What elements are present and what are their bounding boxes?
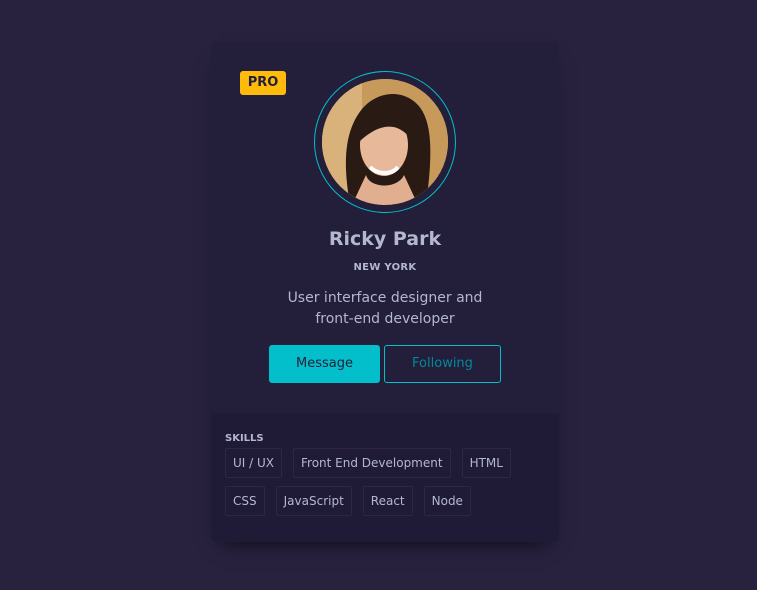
profile-bio: User interface designer and front-end de… [265,288,505,330]
avatar [322,79,448,205]
skill-tag: JavaScript [275,486,352,516]
skill-tag: Node [423,486,471,516]
skill-tag: UI / UX [225,448,282,478]
skill-tag: CSS [225,486,265,516]
skills-list: UI / UX Front End Development HTML CSS J… [225,448,535,524]
skills-title: SKILLS [225,433,264,444]
bio-line: front-end developer [315,311,455,327]
pro-badge: PRO [240,71,286,95]
avatar-photo-icon [322,79,448,205]
profile-card: PRO Ricky Park NEW YORK User interface d… [211,42,559,542]
message-button[interactable]: Message [269,345,380,383]
profile-location: NEW YORK [353,262,417,273]
skill-tag: HTML [461,448,511,478]
skill-tag: Front End Development [293,448,451,478]
skill-tag: React [362,486,413,516]
avatar-ring [314,71,456,213]
bio-line: User interface designer and [287,290,483,306]
skills-section: SKILLS UI / UX Front End Development HTM… [211,413,559,542]
following-button[interactable]: Following [384,345,501,383]
profile-name: Ricky Park [328,228,442,250]
